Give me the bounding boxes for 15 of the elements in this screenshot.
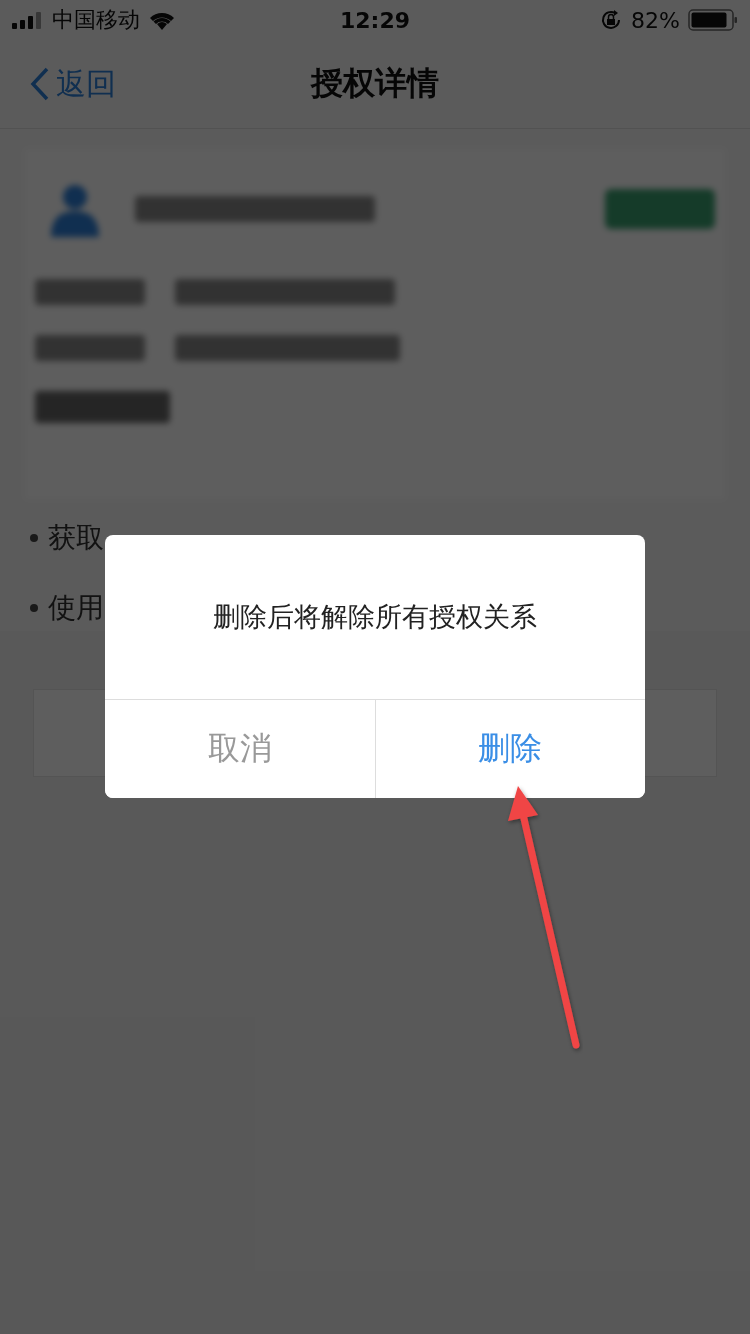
chevron-left-icon xyxy=(30,67,50,101)
carrier-name: 中国移动 xyxy=(52,6,140,34)
battery-icon xyxy=(688,9,738,31)
list-item: 获取 xyxy=(48,520,104,556)
wifi-icon xyxy=(148,10,176,30)
page-title: 授权详情 xyxy=(311,63,439,104)
bullet-icon xyxy=(30,534,38,542)
back-button[interactable]: 返回 xyxy=(30,63,116,105)
signal-icon xyxy=(12,11,44,29)
battery-percent: 82% xyxy=(631,7,680,33)
bullet-icon xyxy=(30,604,38,612)
clock-time: 12:29 xyxy=(340,7,410,33)
delete-button[interactable]: 删除 xyxy=(374,700,645,798)
list-item: 使用 xyxy=(48,590,104,626)
dialog-message: 删除后将解除所有授权关系 xyxy=(213,600,537,634)
